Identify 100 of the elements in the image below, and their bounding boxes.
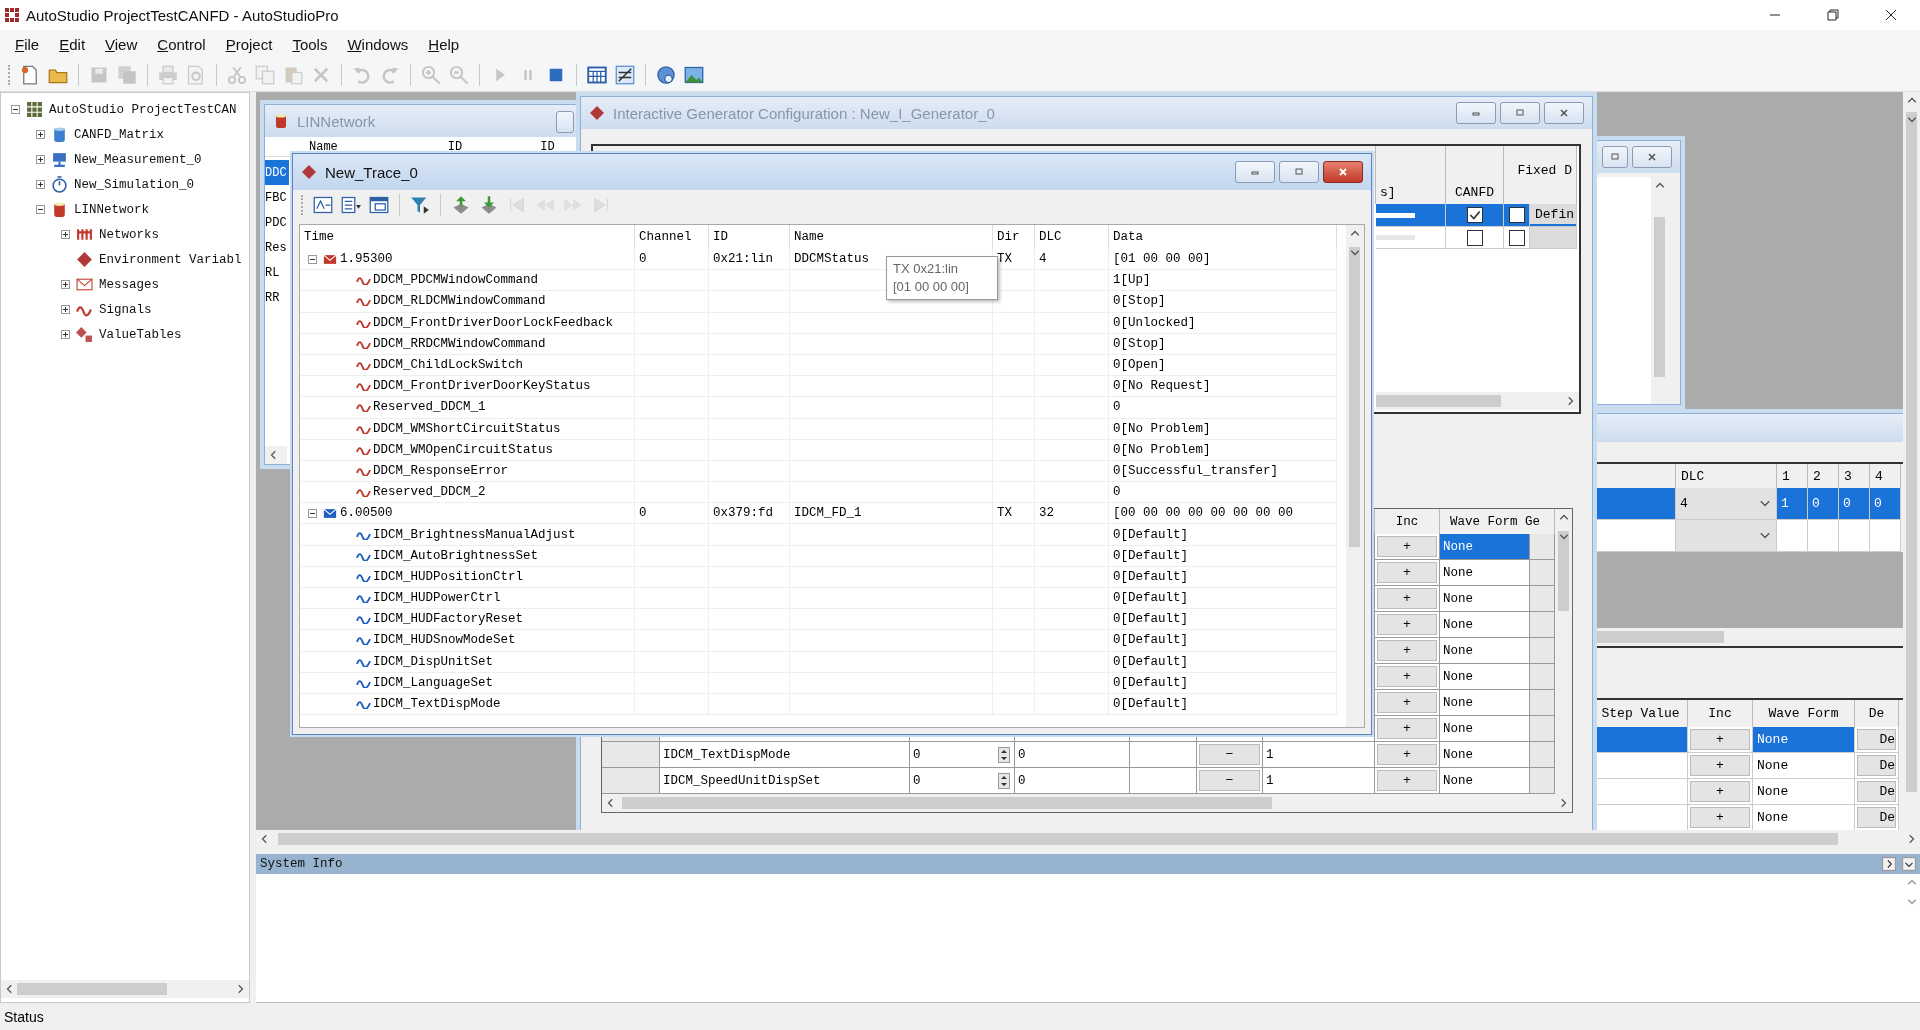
scroll-thumb[interactable] — [622, 797, 1272, 809]
vertical-scrollbar[interactable] — [1346, 225, 1364, 727]
checkbox[interactable] — [1466, 207, 1483, 223]
new-file-icon[interactable] — [20, 64, 40, 85]
scroll-left-icon[interactable] — [260, 834, 270, 844]
increment-button[interactable]: + — [1377, 614, 1437, 635]
menu-item[interactable]: Tools — [292, 35, 328, 53]
column-header[interactable]: DLC — [1035, 225, 1109, 249]
table-cell[interactable]: DDC — [265, 160, 289, 185]
checkbox[interactable] — [1508, 207, 1525, 223]
default-button[interactable]: De — [1857, 755, 1896, 776]
increment-button[interactable]: + — [1377, 562, 1437, 583]
scroll-down-icon[interactable] — [1906, 114, 1917, 124]
vertical-scrollbar[interactable] — [1555, 509, 1572, 794]
default-button[interactable]: De — [1857, 729, 1896, 750]
collapse-icon[interactable] — [308, 254, 317, 264]
table-cell[interactable] — [1594, 488, 1676, 520]
column-header[interactable]: Data — [1109, 225, 1337, 249]
scroll-left-icon[interactable] — [606, 798, 616, 808]
column-header[interactable]: Time — [300, 225, 635, 249]
scroll-right-icon[interactable] — [1565, 396, 1575, 406]
tree-item[interactable]: AutoStudio ProjectTestCAN — [49, 102, 237, 117]
tree-item[interactable]: New_Simulation_0 — [74, 177, 195, 192]
scroll-thumb[interactable] — [1376, 395, 1501, 407]
column-header[interactable]: ID — [709, 225, 790, 249]
expand-icon[interactable] — [36, 180, 45, 189]
scroll-thumb[interactable] — [1558, 531, 1569, 611]
scroll-left-icon[interactable] — [5, 984, 15, 994]
tree-item[interactable]: CANFD_Matrix — [74, 127, 164, 142]
table-cell[interactable]: PDC — [265, 210, 289, 235]
checkbox[interactable] — [1466, 229, 1483, 246]
time-axis-icon[interactable] — [313, 195, 333, 215]
column-header[interactable]: Name — [309, 139, 338, 154]
increment-button[interactable]: + — [1377, 588, 1437, 609]
table-cell[interactable] — [1376, 204, 1446, 227]
scroll-down-icon[interactable] — [1558, 531, 1569, 541]
column-header[interactable]: Dir — [993, 225, 1035, 249]
filter-icon[interactable] — [410, 195, 430, 215]
checkbox[interactable] — [1508, 229, 1525, 246]
menu-item[interactable]: Help — [428, 35, 460, 53]
column-header[interactable]: CANFD — [1446, 146, 1504, 204]
column-header[interactable]: Inc — [1375, 509, 1440, 534]
increment-button[interactable]: + — [1377, 666, 1437, 687]
horizontal-scrollbar[interactable] — [265, 446, 287, 464]
collapse-icon[interactable] — [36, 205, 45, 214]
collapse-icon[interactable] — [308, 508, 317, 518]
close-button[interactable] — [1323, 161, 1363, 183]
grid-icon[interactable] — [587, 64, 607, 85]
expand-icon[interactable] — [61, 305, 70, 314]
columns-icon[interactable] — [341, 195, 361, 215]
menu-item[interactable]: File — [15, 35, 40, 53]
table-cell[interactable] — [1376, 227, 1446, 249]
tree-item[interactable]: ValueTables — [99, 327, 182, 342]
scroll-thumb[interactable] — [1906, 112, 1917, 792]
column-header[interactable]: s] — [1376, 146, 1446, 204]
increment-button[interactable]: + — [1377, 536, 1437, 557]
table-cell[interactable] — [1594, 520, 1676, 552]
tree-item[interactable]: Messages — [99, 277, 159, 292]
dlc-dropdown[interactable]: 4 — [1676, 488, 1777, 520]
table-cell[interactable]: RR — [265, 285, 289, 310]
export-icon[interactable] — [451, 195, 471, 215]
horizontal-scrollbar[interactable] — [1, 980, 249, 998]
minimize-button[interactable] — [1235, 161, 1275, 183]
increment-button[interactable]: + — [1377, 640, 1437, 661]
scroll-right-icon[interactable] — [235, 984, 245, 994]
column-header[interactable]: Wave Form Ge — [1440, 509, 1555, 534]
expand-icon[interactable] — [36, 130, 45, 139]
tree-item[interactable]: Environment Variabl — [99, 252, 242, 267]
column-header[interactable]: ID — [540, 139, 555, 154]
define-button[interactable]: Defin — [1530, 204, 1576, 226]
scroll-left-icon[interactable] — [269, 450, 279, 460]
menu-item[interactable]: View — [105, 35, 138, 53]
expand-icon[interactable] — [61, 230, 70, 239]
collapse-icon[interactable] — [11, 105, 20, 114]
help-icon[interactable] — [656, 64, 676, 85]
format-toggle-icon[interactable] — [615, 64, 635, 85]
table-cell[interactable]: RL — [265, 260, 289, 285]
increment-button[interactable]: + — [1377, 744, 1437, 765]
decrement-button[interactable]: − — [1199, 744, 1260, 765]
spin-button[interactable] — [998, 746, 1010, 763]
menu-item[interactable]: Edit — [59, 35, 86, 53]
column-header[interactable]: Channel — [635, 225, 709, 249]
default-button[interactable]: De — [1857, 781, 1896, 802]
column-header[interactable]: Step Value — [1594, 700, 1688, 727]
scroll-thumb[interactable] — [1349, 247, 1360, 547]
tree-item[interactable]: New_Measurement_0 — [74, 152, 202, 167]
scroll-down-icon[interactable] — [1350, 247, 1360, 257]
image-icon[interactable] — [684, 64, 704, 85]
expand-icon[interactable] — [61, 280, 70, 289]
scroll-thumb[interactable] — [278, 833, 1838, 845]
table-cell[interactable]: Res — [265, 235, 289, 260]
spin-button[interactable] — [998, 772, 1010, 789]
increment-button[interactable]: + — [1377, 692, 1437, 713]
horizontal-scrollbar[interactable] — [602, 794, 1572, 812]
expand-icon[interactable] — [61, 330, 70, 339]
menu-item[interactable]: Windows — [347, 35, 409, 53]
tree-item[interactable]: LINNetwork — [74, 202, 149, 217]
scroll-thumb[interactable] — [1594, 631, 1724, 643]
scroll-thumb[interactable] — [1654, 217, 1665, 377]
increment-button[interactable]: + — [1377, 770, 1437, 791]
